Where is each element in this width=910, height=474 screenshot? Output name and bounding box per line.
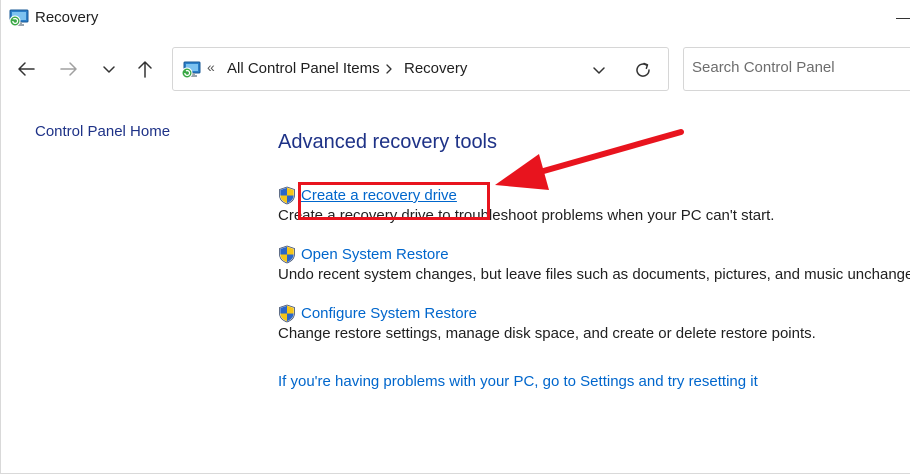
back-button[interactable] [11, 54, 41, 84]
uac-shield-icon [279, 186, 295, 205]
recent-locations-button[interactable] [94, 54, 124, 84]
control-panel-home-link[interactable]: Control Panel Home [35, 123, 170, 140]
refresh-button[interactable] [631, 58, 655, 82]
breadcrumb-all-control-panel-items[interactable]: All Control Panel Items [227, 60, 380, 77]
address-dropdown-button[interactable] [587, 60, 611, 80]
minimize-button[interactable] [896, 18, 910, 19]
task-description: Change restore settings, manage disk spa… [278, 325, 816, 342]
chevron-down-icon [593, 67, 605, 74]
arrow-left-icon [18, 62, 35, 76]
arrow-right-icon [60, 62, 77, 76]
control-panel-icon [181, 61, 201, 79]
title-bar: Recovery [1, 0, 910, 38]
arrow-up-icon [138, 61, 152, 78]
search-input[interactable] [692, 59, 892, 76]
task-description: Undo recent system changes, but leave fi… [278, 266, 910, 283]
refresh-icon [636, 62, 650, 77]
forward-button[interactable] [54, 54, 84, 84]
annotation-arrow-icon [495, 129, 684, 190]
chevron-down-icon [103, 66, 115, 73]
address-bar[interactable]: « All Control Panel Items Recovery [172, 47, 669, 91]
breadcrumb-recovery[interactable]: Recovery [404, 60, 467, 77]
search-box[interactable] [683, 47, 910, 91]
up-button[interactable] [130, 54, 160, 84]
navigation-bar: « All Control Panel Items Recovery [1, 38, 910, 100]
chevron-right-icon[interactable] [384, 60, 394, 78]
open-system-restore-link[interactable]: Open System Restore [301, 246, 449, 263]
uac-shield-icon [279, 245, 295, 264]
annotation-highlight-box [298, 182, 490, 220]
configure-system-restore-link[interactable]: Configure System Restore [301, 305, 477, 322]
reset-pc-settings-link[interactable]: If you're having problems with your PC, … [278, 373, 758, 390]
page-title: Advanced recovery tools [278, 131, 498, 153]
uac-shield-icon [279, 304, 295, 323]
window-title: Recovery [35, 9, 99, 26]
recovery-window: Recovery « All Control Panel Items Recov… [0, 0, 910, 474]
recovery-icon [9, 9, 29, 27]
address-overflow[interactable]: « [207, 59, 215, 75]
